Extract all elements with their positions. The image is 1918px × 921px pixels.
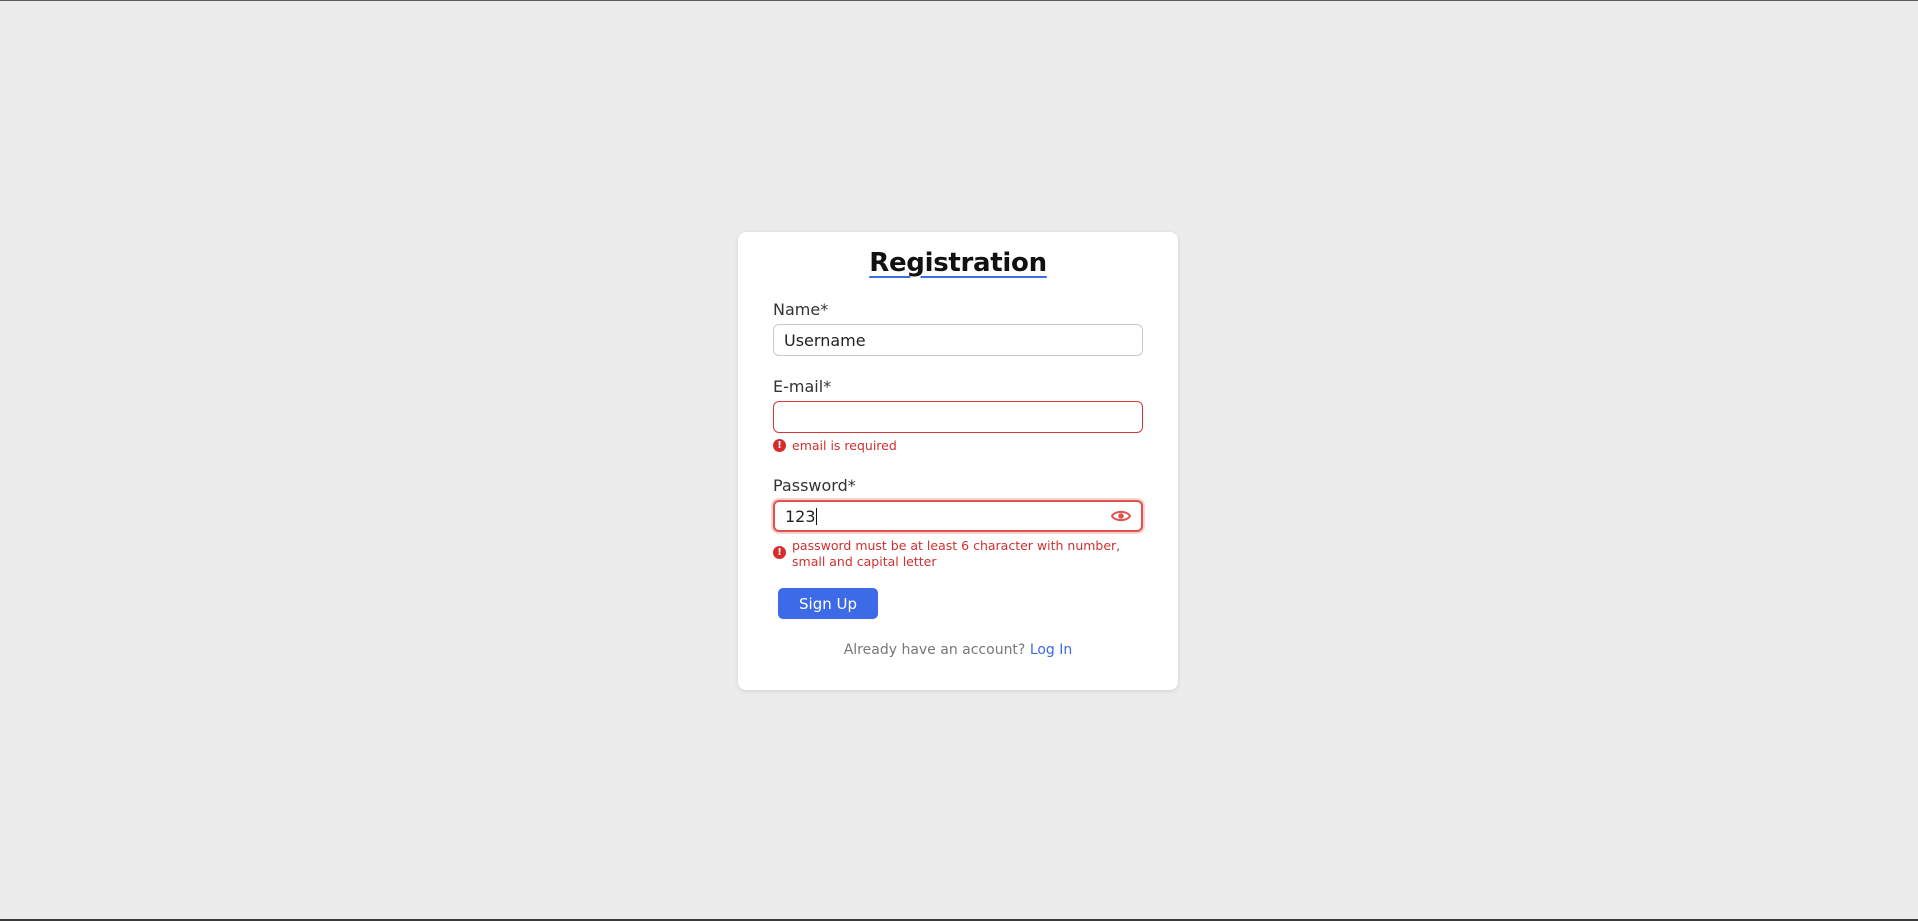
login-prompt: Already have an account? Log In [738, 642, 1178, 658]
email-error-text: email is required [792, 438, 897, 453]
registration-card: Registration Name* E-mail* ! email is re… [738, 232, 1178, 690]
password-label: Password* [773, 476, 856, 495]
sign-up-button[interactable]: Sign Up [778, 588, 878, 619]
login-link[interactable]: Log In [1030, 642, 1072, 658]
name-field-wrapper [773, 324, 1143, 356]
password-input[interactable] [775, 502, 1115, 530]
form-title: Registration [869, 248, 1047, 278]
login-prompt-text: Already have an account? [843, 642, 1026, 658]
password-error-text: password must be at least 6 character wi… [792, 538, 1121, 569]
email-field-wrapper [773, 401, 1143, 433]
error-icon: ! [773, 439, 786, 452]
error-icon: ! [773, 546, 786, 559]
email-input[interactable] [774, 402, 1142, 432]
email-label: E-mail* [773, 377, 832, 396]
name-input[interactable] [774, 325, 1142, 355]
eye-icon[interactable] [1111, 509, 1131, 523]
text-caret [816, 508, 817, 525]
password-field-wrapper [773, 500, 1143, 532]
name-label: Name* [773, 300, 829, 319]
window-top-border [0, 0, 1918, 1]
